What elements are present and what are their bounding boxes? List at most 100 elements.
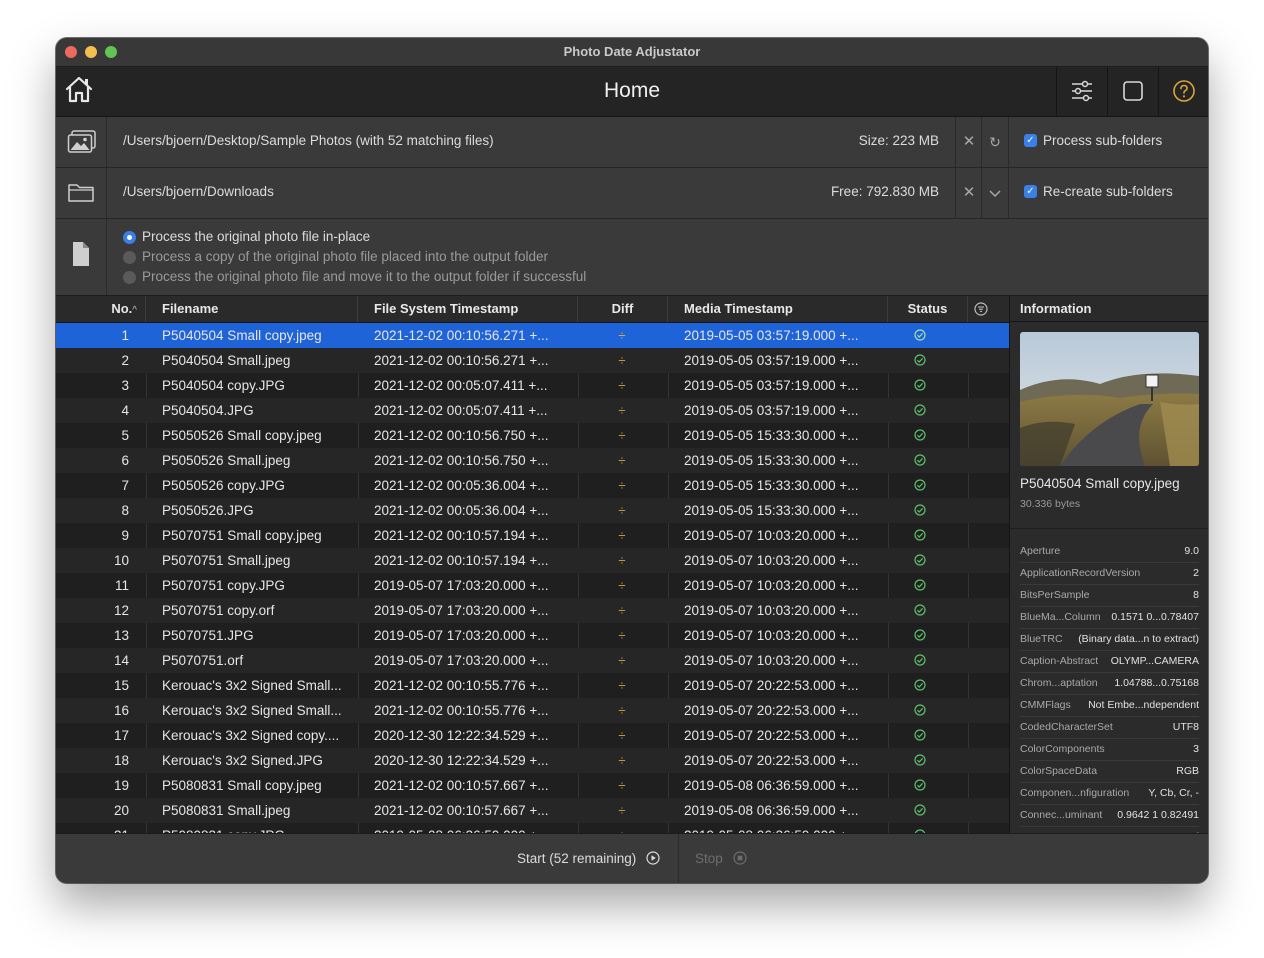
stop-button[interactable]: Stop [695,851,747,866]
recreate-subfolders-checkbox[interactable]: ✓ [1024,185,1037,198]
clear-destination-button[interactable]: ✕ [955,168,982,218]
column-header-filename[interactable]: Filename [146,296,358,322]
row-media-timestamp: 2019-05-07 10:03:20.000 +... [684,653,859,668]
row-fs-timestamp: 2021-12-02 00:10:57.667 +... [374,803,549,818]
metadata-value: 1.04788...0.75168 [1114,677,1199,689]
diff-icon: ÷ [618,678,626,693]
photos-icon [67,130,96,153]
photo-thumbnail [1020,332,1199,466]
diff-icon: ÷ [618,653,626,668]
column-options-button[interactable] [968,296,1009,322]
metadata-row[interactable]: Caption-Abstract OLYMP...CAMERA [1020,650,1199,673]
table-row[interactable]: 10 P5070751 Small.jpeg 2021-12-02 00:10:57… [56,548,1009,573]
mode-radio-copy[interactable] [123,251,136,264]
table-row[interactable]: 12 P5070751 copy.orf 2019-05-07 17:03:20.0… [56,598,1009,623]
status-ok-icon [914,673,940,698]
status-ok-icon [914,773,940,798]
table-row[interactable]: 18 Kerouac's 3x2 Signed.JPG 2020-12-30 12:… [56,748,1009,773]
metadata-row[interactable]: CMMFlags Not Embe...ndependent [1020,694,1199,717]
table-row[interactable]: 7 P5050526 copy.JPG 2021-12-02 00:05:36.00… [56,473,1009,498]
row-media-timestamp: 2019-05-05 15:33:30.000 +... [684,428,859,443]
metadata-key: CMMFlags [1020,699,1071,711]
table-row[interactable]: 1 P5040504 Small copy.jpeg 2021-12-02 00:1… [56,323,1009,348]
table-header: No.^ Filename File System Timestamp Diff… [56,296,1009,323]
window-toggle-button[interactable] [1107,67,1158,116]
metadata-value: 0.1571 0...0.78407 [1111,611,1199,623]
metadata-row[interactable]: Componen...nfiguration Y, Cb, Cr, - [1020,782,1199,805]
column-header-no[interactable]: No.^ [56,296,146,322]
row-filename: P5070751 copy.JPG [162,578,285,593]
information-header: Information [1010,296,1208,322]
mode-label-move[interactable]: Process the original photo file and move… [142,269,586,284]
diff-icon: ÷ [618,553,626,568]
table-row[interactable]: 15 Kerouac's 3x2 Signed Small... 2021-12-0… [56,673,1009,698]
metadata-key: ColorComponents [1020,743,1105,755]
row-fs-timestamp: 2021-12-02 00:05:07.411 +... [374,378,548,393]
table-row[interactable]: 2 P5040504 Small.jpeg 2021-12-02 00:10:56.… [56,348,1009,373]
table-row[interactable]: 17 Kerouac's 3x2 Signed copy.... 2020-12-3… [56,723,1009,748]
table-row[interactable]: 13 P5070751.JPG 2019-05-07 17:03:20.000 +.… [56,623,1009,648]
mode-label-in-place[interactable]: Process the original photo file in-place [142,229,370,244]
start-button[interactable]: Start (52 remaining) [517,851,660,866]
metadata-key: Caption-Abstract [1020,655,1099,667]
column-header-diff[interactable]: Diff [578,296,668,322]
metadata-row[interactable]: Aperture 9.0 [1020,540,1199,563]
row-number: 9 [121,528,129,543]
metadata-key: Chrom...aptation [1020,677,1098,689]
table-row[interactable]: 11 P5070751 copy.JPG 2019-05-07 17:03:20.0… [56,573,1009,598]
settings-button[interactable] [1056,67,1107,116]
metadata-row[interactable]: ColorSpaceData RGB [1020,760,1199,783]
row-filename: P5080831 Small copy.jpeg [162,778,322,793]
metadata-row[interactable]: Connec...uminant 0.9642 1 0.82491 [1020,804,1199,827]
metadata-row[interactable]: BlueTRC (Binary data...n to extract) [1020,628,1199,651]
metadata-row[interactable]: ApplicationRecordVersion 2 [1020,562,1199,585]
refresh-source-button[interactable]: ↻ [981,117,1009,167]
mode-label-copy[interactable]: Process a copy of the original photo fil… [142,249,548,264]
table-row[interactable]: 3 P5040504 copy.JPG 2021-12-02 00:05:07.41… [56,373,1009,398]
row-number: 12 [113,603,129,618]
table-row[interactable]: 14 P5070751.orf 2019-05-07 17:03:20.000 +.… [56,648,1009,673]
column-header-media-timestamp[interactable]: Media Timestamp [668,296,888,322]
table-row[interactable]: 6 P5050526 Small.jpeg 2021-12-02 00:10:56.… [56,448,1009,473]
footer: Start (52 remaining) Stop [56,833,1208,883]
mode-radio-in-place[interactable] [123,231,136,244]
column-header-status[interactable]: Status [888,296,968,322]
metadata-row[interactable]: BitsPerSample 8 [1020,584,1199,607]
destination-path: /Users/bjoern/Downloads [123,184,274,199]
clear-source-button[interactable]: ✕ [955,117,982,167]
row-fs-timestamp: 2021-12-02 00:10:56.271 +... [374,328,549,343]
column-header-fs-timestamp[interactable]: File System Timestamp [358,296,578,322]
file-table[interactable]: 1 P5040504 Small copy.jpeg 2021-12-02 00:1… [56,323,1009,833]
information-panel: Information P5040504 Small copy.jpeg 30.… [1009,296,1208,849]
row-fs-timestamp: 2021-12-02 00:10:55.776 +... [374,678,549,693]
source-photos-button[interactable] [56,117,107,167]
table-row[interactable]: 21 P5080831 copy.JPG 2019-05-08 06:36:59.0… [56,823,1009,833]
table-row[interactable]: 4 P5040504.JPG 2021-12-02 00:05:07.411 +..… [56,398,1009,423]
destination-folder-button[interactable] [56,168,107,218]
process-subfolders-label[interactable]: Process sub-folders [1043,133,1162,148]
table-row[interactable]: 9 P5070751 Small copy.jpeg 2021-12-02 00:1… [56,523,1009,548]
mode-radio-move[interactable] [123,271,136,284]
destination-menu-button[interactable] [981,168,1009,218]
table-row[interactable]: 16 Kerouac's 3x2 Signed Small... 2021-12-0… [56,698,1009,723]
metadata-value: 9.0 [1184,545,1199,557]
metadata-row[interactable]: CodedCharacterSet UTF8 [1020,716,1199,739]
row-number: 8 [121,503,129,518]
table-row[interactable]: 20 P5080831 Small.jpeg 2021-12-02 00:10:57… [56,798,1009,823]
status-ok-icon [914,448,940,473]
table-row[interactable]: 19 P5080831 Small copy.jpeg 2021-12-02 00:… [56,773,1009,798]
metadata-row[interactable]: Chrom...aptation 1.04788...0.75168 [1020,672,1199,695]
row-filename: P5080831 Small.jpeg [162,803,291,818]
table-row[interactable]: 8 P5050526.JPG 2021-12-02 00:05:36.004 +..… [56,498,1009,523]
table-row[interactable]: 5 P5050526 Small copy.jpeg 2021-12-02 00:1… [56,423,1009,448]
row-media-timestamp: 2019-05-05 03:57:19.000 +... [684,403,859,418]
diff-icon: ÷ [618,328,626,343]
row-fs-timestamp: 2021-12-02 00:05:07.411 +... [374,403,548,418]
help-button[interactable] [1158,67,1208,116]
process-subfolders-checkbox[interactable]: ✓ [1024,134,1037,147]
metadata-row[interactable]: ColorComponents 3 [1020,738,1199,761]
metadata-row[interactable]: BlueMa...Column 0.1571 0...0.78407 [1020,606,1199,629]
row-fs-timestamp: 2021-12-02 00:10:56.750 +... [374,428,549,443]
recreate-subfolders-label[interactable]: Re-create sub-folders [1043,184,1173,199]
row-number: 5 [121,428,129,443]
